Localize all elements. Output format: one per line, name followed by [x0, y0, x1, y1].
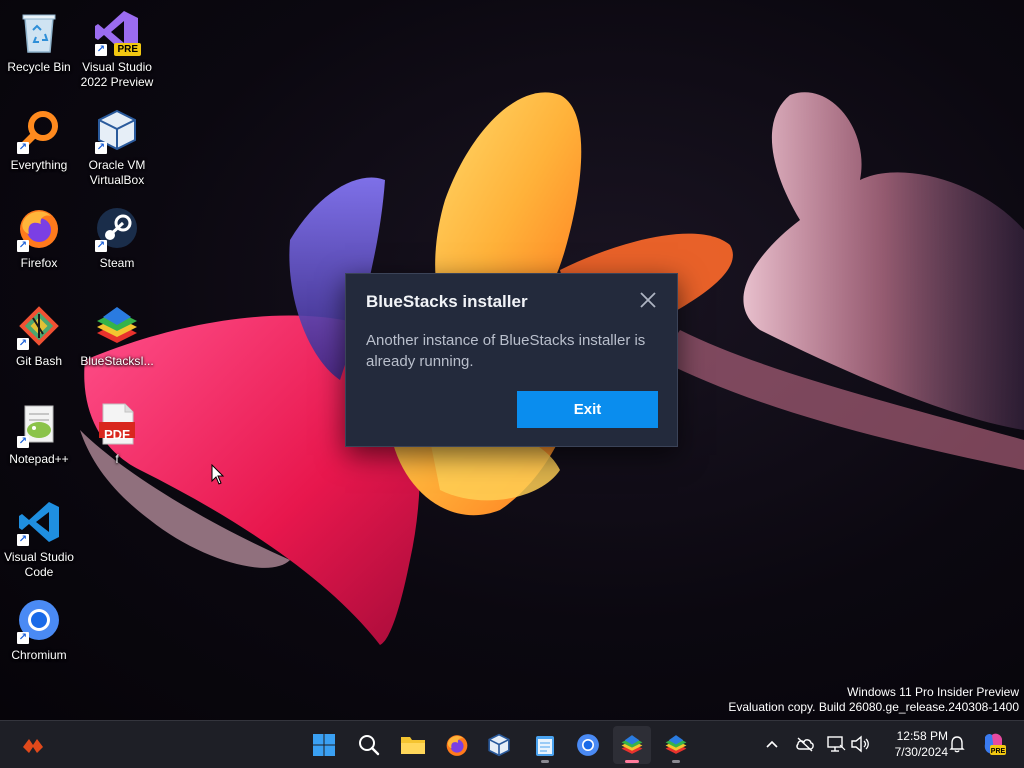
chevron-up-icon [766, 740, 778, 748]
search-icon [359, 735, 380, 756]
taskbar-firefox[interactable] [438, 726, 476, 764]
desktop-icon-label: Everything [10, 158, 68, 172]
pre-badge: PRE [114, 43, 141, 56]
shortcut-arrow-icon [17, 534, 29, 546]
shortcut-arrow-icon [17, 142, 29, 154]
copilot-button[interactable]: PRE [980, 731, 1006, 757]
shortcut-arrow-icon [17, 240, 29, 252]
start-button[interactable] [305, 726, 343, 764]
running-indicator [541, 760, 549, 763]
taskbar-chromium[interactable] [569, 726, 607, 764]
notepad-icon [536, 736, 554, 756]
watermark-line: Evaluation copy. Build 26080.ge_release.… [728, 700, 1019, 714]
shortcut-arrow-icon [17, 338, 29, 350]
bluestacks-icon [665, 735, 687, 754]
desktop-icon-firefox[interactable]: Firefox [0, 204, 78, 271]
desktop-icon-label: Firefox [20, 256, 58, 270]
desktop-icon-pdf-file[interactable]: PDF f [78, 400, 156, 467]
bluestacks-icon [93, 302, 141, 350]
chromium-icon [577, 734, 599, 756]
shortcut-arrow-icon [95, 44, 107, 56]
close-button[interactable] [636, 288, 660, 312]
start-icon [313, 734, 335, 756]
show-hidden-icons-button[interactable] [761, 733, 783, 755]
desktop-icon-chromium[interactable]: Chromium [0, 596, 78, 663]
recycle-bin-icon [15, 8, 63, 56]
desktop-icon-label: BlueStacksI... [80, 354, 154, 368]
taskbar-bluestacks-installer[interactable] [613, 726, 651, 764]
desktop-icon-label: Notepad++ [9, 452, 69, 466]
search-button[interactable] [350, 726, 388, 764]
running-indicator [672, 760, 680, 763]
copilot-icon: PRE [984, 733, 1006, 755]
pdf-file-icon: PDF [93, 400, 141, 448]
taskbar-bluestacks[interactable] [657, 726, 695, 764]
file-explorer-icon [401, 737, 425, 754]
cloud-offline-icon [796, 737, 814, 752]
desktop-icon-notepad-plus-plus[interactable]: Notepad++ [0, 400, 78, 467]
volume-icon [851, 735, 869, 753]
notepad-plus-plus-icon [15, 400, 63, 448]
clock-date: 7/30/2024 [894, 745, 948, 759]
desktop-icon-visual-studio-2022-preview[interactable]: PRE Visual Studio 2022 Preview [78, 8, 156, 90]
chromium-icon [15, 596, 63, 644]
bluestacks-installer-dialog: BlueStacks installer Another instance of… [345, 273, 678, 447]
exit-button[interactable]: Exit [517, 391, 658, 428]
desktop-icon-label: Chromium [11, 648, 67, 662]
widgets-button[interactable] [14, 726, 52, 764]
firefox-icon [15, 204, 63, 252]
firefox-icon [446, 735, 468, 756]
desktop-icon-oracle-vm-virtualbox[interactable]: Oracle VM VirtualBox [78, 106, 156, 188]
shortcut-arrow-icon [17, 632, 29, 644]
clock-time: 12:58 PM [896, 729, 948, 743]
network-icon [827, 736, 846, 752]
desktop-icon-label: Visual Studio Code [4, 550, 74, 579]
pdf-badge: PDF [104, 427, 130, 442]
mouse-cursor-icon [211, 463, 225, 491]
everything-magnifier-icon [15, 106, 63, 154]
active-indicator [625, 760, 639, 763]
steam-icon [93, 204, 141, 252]
bell-icon [949, 736, 965, 753]
svg-text:PRE: PRE [991, 748, 1006, 755]
clock[interactable]: 12:58 PM 7/30/2024 [878, 728, 948, 760]
desktop-icon-label: f [115, 452, 119, 466]
desktop-icon-everything[interactable]: Everything [0, 106, 78, 173]
visual-studio-icon: PRE [93, 8, 141, 56]
onedrive-tray-button[interactable] [794, 733, 816, 755]
git-bash-icon [15, 302, 63, 350]
evaluation-watermark: Windows 11 Pro Insider Preview Evaluatio… [728, 685, 1019, 715]
desktop-icon-label: Steam [99, 256, 135, 270]
desktop-icon-bluestacks-installer[interactable]: BlueStacksI... [78, 302, 156, 369]
widgets-icon [23, 739, 43, 753]
close-icon [640, 292, 656, 308]
desktop-icon-label: Visual Studio 2022 Preview [80, 60, 154, 89]
network-tray-button[interactable] [825, 733, 847, 755]
desktop-icon-label: Oracle VM VirtualBox [88, 158, 146, 187]
desktop-icon-recycle-bin[interactable]: Recycle Bin [0, 8, 78, 75]
taskbar-virtualbox[interactable] [480, 726, 518, 764]
shortcut-arrow-icon [95, 240, 107, 252]
vscode-icon [15, 498, 63, 546]
virtualbox-icon [93, 106, 141, 154]
taskbar-file-explorer[interactable] [394, 726, 432, 764]
desktop-icon-label: Recycle Bin [7, 60, 71, 74]
desktop-icon-git-bash[interactable]: Git Bash [0, 302, 78, 369]
taskbar-notepad[interactable] [526, 726, 564, 764]
watermark-line: Windows 11 Pro Insider Preview [847, 685, 1019, 699]
dialog-message: Another instance of BlueStacks installer… [366, 332, 646, 370]
taskbar: 12:58 PM 7/30/2024 PRE [0, 720, 1024, 768]
virtualbox-icon [488, 733, 510, 757]
desktop-icon-label: Git Bash [15, 354, 63, 368]
bluestacks-icon [621, 735, 643, 754]
shortcut-arrow-icon [95, 142, 107, 154]
dialog-title: BlueStacks installer [366, 292, 528, 311]
volume-tray-button[interactable] [849, 733, 871, 755]
desktop-icon-steam[interactable]: Steam [78, 204, 156, 271]
shortcut-arrow-icon [17, 436, 29, 448]
desktop-icon-visual-studio-code[interactable]: Visual Studio Code [0, 498, 78, 580]
notifications-button[interactable] [946, 733, 968, 755]
